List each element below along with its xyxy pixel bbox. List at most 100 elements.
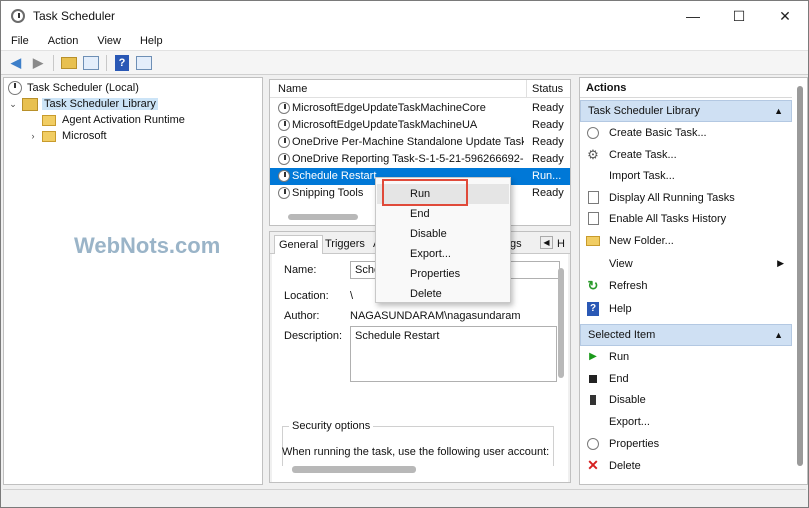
disable-icon	[586, 393, 600, 407]
forward-arrow-icon[interactable]: ▶	[29, 54, 47, 72]
menu-file[interactable]: File	[1, 35, 38, 47]
folder-icon	[586, 234, 600, 248]
menu-help[interactable]: Help	[130, 35, 172, 47]
action-create-basic-task[interactable]: Create Basic Task...	[580, 122, 792, 143]
action-view[interactable]: View ▶	[580, 253, 792, 274]
chevron-down-icon[interactable]: ⌄	[8, 99, 18, 110]
tree-item-library[interactable]: ⌄ Task Scheduler Library	[8, 96, 158, 112]
column-divider[interactable]	[526, 80, 527, 98]
help-icon: ?	[586, 301, 600, 316]
task-name: MicrosoftEdgeUpdateTaskMachineUA	[292, 119, 478, 131]
action-refresh[interactable]: ↻ Refresh	[580, 275, 792, 296]
end-icon	[586, 372, 600, 386]
description-field[interactable]: Schedule Restart	[350, 326, 557, 382]
location-value: \	[350, 290, 354, 302]
show-hide-console-tree-icon[interactable]	[82, 54, 100, 72]
task-row[interactable]: OneDrive Per-Machine Standalone Update T…	[270, 134, 570, 151]
column-header-status[interactable]: Status	[532, 83, 563, 95]
task-row[interactable]: MicrosoftEdgeUpdateTaskMachineUA Ready	[270, 117, 570, 134]
library-folder-icon	[22, 97, 38, 111]
back-arrow-icon[interactable]: ◀	[7, 54, 25, 72]
close-button[interactable]: ✕	[762, 1, 808, 31]
detail-horizontal-scrollbar[interactable]	[292, 466, 416, 473]
description-label: Description:	[284, 330, 343, 342]
task-clock-icon	[278, 102, 290, 114]
location-label: Location:	[284, 290, 329, 302]
history-icon	[586, 212, 600, 226]
action-import-task[interactable]: Import Task...	[580, 165, 792, 186]
submenu-arrow-icon: ▶	[777, 258, 784, 268]
tab-scroll-left-icon[interactable]: ◀	[540, 236, 553, 249]
action-help[interactable]: ? Help	[580, 298, 792, 319]
status-bar	[3, 489, 806, 505]
action-display-running-tasks[interactable]: Display All Running Tasks	[580, 187, 792, 208]
action-enable-history[interactable]: Enable All Tasks History	[580, 208, 792, 229]
up-folder-icon[interactable]	[60, 54, 78, 72]
collapse-up-icon[interactable]: ▲	[774, 106, 783, 116]
maximize-button[interactable]: ☐	[716, 1, 762, 31]
tree-item-root[interactable]: Task Scheduler (Local)	[8, 80, 139, 96]
context-menu-delete[interactable]: Delete	[377, 284, 509, 304]
chevron-right-icon[interactable]: ›	[28, 131, 38, 141]
create-task-icon: ⚙	[587, 146, 599, 162]
task-list-header: Name Status	[270, 80, 570, 98]
actions-pane: Actions Task Scheduler Library ▲ Create …	[579, 77, 808, 485]
tab-history[interactable]: H	[557, 238, 565, 250]
action-create-task[interactable]: ⚙ Create Task...	[580, 144, 792, 165]
context-menu-end[interactable]: End	[377, 204, 509, 224]
section-selected-item[interactable]: Selected Item ▲	[580, 324, 792, 346]
help-toolbar-icon[interactable]: ?	[113, 54, 131, 72]
task-row[interactable]: MicrosoftEdgeUpdateTaskMachineCore Ready	[270, 100, 570, 117]
task-status: Ready	[532, 102, 564, 114]
toolbar: ◀ ▶ ?	[1, 51, 808, 75]
collapse-up-icon[interactable]: ▲	[774, 330, 783, 340]
detail-vertical-scrollbar[interactable]	[558, 268, 564, 378]
menu-action[interactable]: Action	[38, 35, 88, 47]
context-menu-properties[interactable]: Properties	[377, 264, 509, 284]
action-new-folder[interactable]: New Folder...	[580, 230, 792, 251]
task-scheduler-window: Task Scheduler — ☐ ✕ File Action View He…	[0, 0, 809, 508]
task-scheduler-app-icon	[11, 9, 25, 23]
run-icon: ▶	[589, 351, 597, 362]
console-tree-pane: Task Scheduler (Local) ⌄ Task Scheduler …	[3, 77, 263, 485]
task-name: OneDrive Reporting Task-S-1-5-21-5962666…	[292, 153, 524, 165]
action-run[interactable]: ▶ Run	[580, 346, 792, 367]
context-menu-disable[interactable]: Disable	[377, 224, 509, 244]
tree-item-microsoft[interactable]: › Microsoft	[28, 128, 107, 144]
action-delete[interactable]: ✕ Delete	[580, 455, 792, 476]
section-task-scheduler-library[interactable]: Task Scheduler Library ▲	[580, 100, 792, 122]
security-options-text: When running the task, use the following…	[282, 446, 550, 458]
column-header-name[interactable]: Name	[278, 83, 307, 95]
task-list-horizontal-scrollbar[interactable]	[288, 214, 358, 220]
action-end[interactable]: End	[580, 368, 792, 389]
folder-icon	[42, 130, 56, 142]
task-status: Ready	[532, 153, 564, 165]
menu-view[interactable]: View	[87, 35, 130, 47]
action-export[interactable]: Export...	[580, 411, 792, 432]
tab-settings[interactable]: gs	[510, 238, 522, 250]
tree-item-agent-activation-runtime[interactable]: Agent Activation Runtime	[42, 112, 185, 128]
actions-title: Actions	[580, 78, 792, 98]
minimize-button[interactable]: —	[670, 1, 716, 31]
task-clock-icon	[278, 153, 290, 165]
running-tasks-icon	[586, 191, 600, 205]
title-bar: Task Scheduler — ☐ ✕	[1, 1, 808, 31]
tab-general[interactable]: General	[274, 235, 324, 255]
action-properties[interactable]: Properties	[580, 433, 792, 454]
tab-triggers[interactable]: Triggers	[325, 238, 365, 250]
show-hide-action-pane-icon[interactable]	[135, 54, 153, 72]
menu-bar: File Action View Help	[1, 31, 808, 51]
section-title: Selected Item	[588, 329, 656, 341]
task-status: Ready	[532, 136, 564, 148]
context-menu-export[interactable]: Export...	[377, 244, 509, 264]
author-label: Author:	[284, 310, 320, 322]
actions-vertical-scrollbar[interactable]	[797, 86, 803, 466]
task-clock-icon	[278, 136, 290, 148]
clock-icon	[8, 81, 22, 95]
folder-icon	[42, 114, 56, 126]
author-value: NAGASUNDARAM\nagasundaram	[350, 310, 521, 322]
task-status: Ready	[532, 119, 564, 131]
name-label: Name:	[284, 264, 317, 276]
task-row[interactable]: OneDrive Reporting Task-S-1-5-21-5962666…	[270, 151, 570, 168]
action-disable[interactable]: Disable	[580, 389, 792, 410]
